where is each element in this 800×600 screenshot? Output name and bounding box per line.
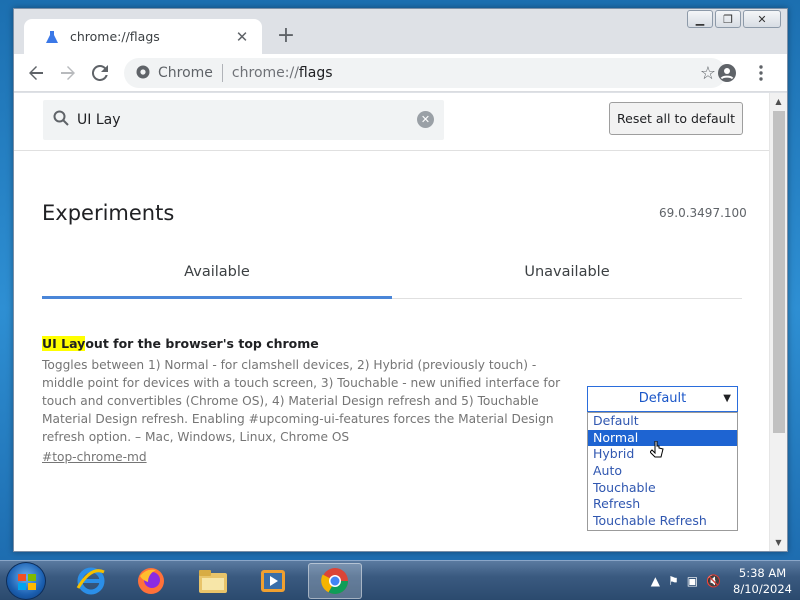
page-scrollbar[interactable]: ▲ ▼	[769, 93, 787, 551]
forward-button[interactable]	[52, 57, 84, 89]
search-header: ✕ Reset all to default	[14, 93, 770, 151]
chrome-logo-icon	[136, 64, 150, 83]
menu-button[interactable]	[745, 57, 777, 89]
action-center-flag-icon[interactable]: ⚑	[668, 574, 679, 588]
version-label: 69.0.3497.100	[659, 206, 747, 220]
option-default[interactable]: Default	[588, 413, 737, 430]
flag-description: Toggles between 1) Normal - for clamshel…	[42, 358, 561, 444]
account-icon	[718, 64, 736, 82]
chrome-taskbar-icon[interactable]	[308, 563, 362, 599]
experiment-tabs: Available Unavailable	[42, 257, 742, 299]
internet-explorer-icon[interactable]	[64, 563, 118, 599]
scroll-thumb[interactable]	[773, 111, 785, 433]
flag-title: UI Layout for the browser's top chrome	[42, 336, 319, 351]
back-arrow-icon	[29, 65, 43, 80]
window-controls: ▁ ❐ ✕	[685, 10, 781, 28]
flag-select-value: Default	[638, 391, 687, 406]
flags-page: ✕ Reset all to default Experiments 69.0.…	[14, 93, 770, 551]
chrome-window: chrome://flags ✕ + ▁ ❐ ✕ Chrome chrome:/…	[13, 8, 788, 552]
volume-muted-icon[interactable]: 🔇	[706, 574, 721, 588]
reload-icon	[92, 64, 108, 81]
clock[interactable]: 5:38 AM 8/10/2024	[733, 565, 792, 597]
flask-icon	[44, 29, 60, 45]
option-refresh[interactable]: Refresh	[588, 496, 737, 513]
minimize-button[interactable]: ▁	[687, 10, 713, 28]
clock-time: 5:38 AM	[738, 566, 787, 580]
system-tray: ▲ ⚑ ▣ 🔇 5:38 AM 8/10/2024	[651, 561, 792, 600]
reset-all-button[interactable]: Reset all to default	[609, 102, 743, 135]
option-touchable-refresh[interactable]: Touchable Refresh	[588, 513, 737, 530]
back-button[interactable]	[20, 57, 52, 89]
search-box[interactable]: ✕	[43, 100, 444, 140]
option-touchable[interactable]: Touchable	[588, 480, 737, 497]
search-icon	[53, 110, 69, 130]
tab-available[interactable]: Available	[42, 257, 392, 299]
show-hidden-icons-icon[interactable]: ▲	[651, 574, 660, 588]
file-explorer-icon[interactable]	[186, 563, 240, 599]
media-player-icon[interactable]	[246, 563, 300, 599]
taskbar: ▲ ⚑ ▣ 🔇 5:38 AM 8/10/2024	[0, 560, 800, 600]
toolbar-right	[709, 57, 777, 89]
firefox-icon[interactable]	[124, 563, 178, 599]
tab-chrome-flags[interactable]: chrome://flags ✕	[24, 19, 262, 54]
url-text: chrome://flags	[231, 65, 333, 81]
flag-select-options: Default Normal Hybrid Auto Touchable Ref…	[587, 412, 738, 531]
tab-title: chrome://flags	[70, 29, 160, 44]
clock-date: 8/10/2024	[733, 582, 792, 596]
close-window-button[interactable]: ✕	[743, 10, 781, 28]
start-button[interactable]	[6, 562, 46, 600]
mouse-pointer-icon	[649, 440, 664, 465]
network-icon[interactable]: ▣	[687, 574, 698, 588]
search-input[interactable]	[77, 112, 397, 128]
scroll-down-icon[interactable]: ▼	[770, 534, 787, 551]
option-auto[interactable]: Auto	[588, 463, 737, 480]
flag-select[interactable]: Default ▼	[587, 386, 738, 412]
reload-button[interactable]	[84, 57, 116, 89]
close-tab-icon[interactable]: ✕	[234, 28, 250, 46]
search-highlight: UI Lay	[42, 336, 86, 351]
omnibox-chip: Chrome	[158, 65, 213, 81]
page-title: Experiments	[42, 201, 175, 225]
scroll-up-icon[interactable]: ▲	[770, 93, 787, 110]
forward-arrow-icon	[61, 65, 75, 80]
clear-search-icon[interactable]: ✕	[417, 111, 434, 128]
flag-permalink[interactable]: #top-chrome-md	[42, 450, 147, 464]
tab-unavailable[interactable]: Unavailable	[392, 257, 742, 299]
profile-button[interactable]	[711, 57, 743, 89]
omnibox[interactable]: Chrome chrome://flags ☆	[124, 58, 726, 88]
omnibox-separator	[221, 64, 223, 82]
kebab-menu-icon	[759, 65, 763, 81]
toolbar: Chrome chrome://flags ☆	[14, 54, 787, 92]
restore-button[interactable]: ❐	[715, 10, 741, 28]
windows-logo-icon	[18, 574, 36, 590]
new-tab-button[interactable]: +	[272, 23, 300, 51]
tab-strip: chrome://flags ✕ + ▁ ❐ ✕	[14, 9, 787, 54]
dropdown-arrow-icon: ▼	[723, 393, 731, 404]
